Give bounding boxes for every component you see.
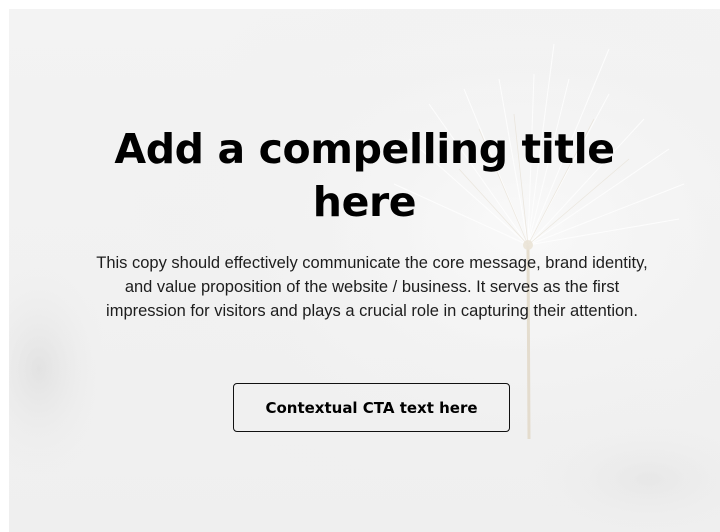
hero-title-line-2: here [312, 178, 417, 226]
hero-title: Add a compelling title here [9, 123, 720, 229]
hero-content: Add a compelling title here This copy sh… [9, 9, 720, 532]
hero-section: Add a compelling title here This copy sh… [9, 9, 720, 532]
cta-button[interactable]: Contextual CTA text here [233, 383, 510, 432]
hero-description: This copy should effectively communicate… [96, 254, 648, 320]
hero-title-line-1: Add a compelling title [114, 125, 615, 173]
